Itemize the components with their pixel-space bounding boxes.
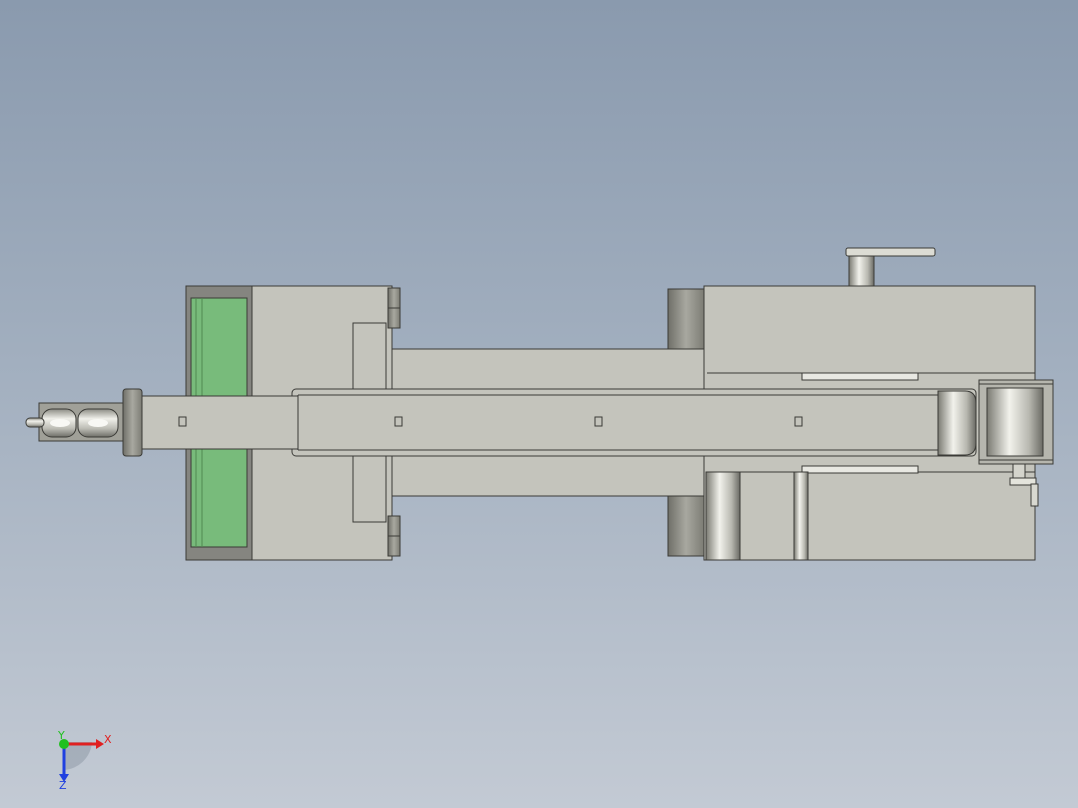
- axis-triad: X Y Z: [57, 729, 112, 792]
- crank-handle[interactable]: [845, 247, 936, 287]
- end-flange[interactable]: [122, 388, 143, 457]
- cad-model[interactable]: X Y Z: [0, 0, 1078, 808]
- x-axis-label: X: [104, 733, 112, 746]
- z-axis-label: Z: [59, 779, 67, 792]
- sheave-assembly[interactable]: [25, 402, 124, 442]
- telescoping-beam[interactable]: [141, 388, 977, 457]
- graphics-viewport[interactable]: X Y Z: [0, 0, 1078, 808]
- y-axis-label: Y: [57, 729, 65, 742]
